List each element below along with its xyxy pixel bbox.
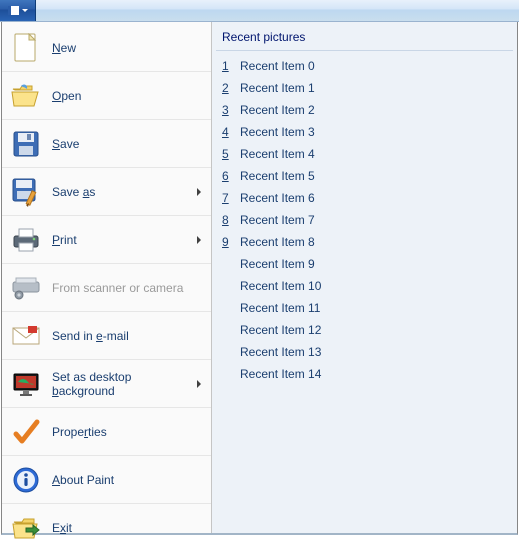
recent-item[interactable]: 3 Recent Item 2 [216, 99, 513, 121]
submenu-arrow-icon [197, 236, 201, 244]
menu-item-label: From scanner or camera [52, 281, 205, 295]
recent-item[interactable]: 8 Recent Item 7 [216, 209, 513, 231]
menu-item-email[interactable]: Send in e-mail [2, 312, 211, 360]
recent-item-number: 4 [222, 125, 236, 139]
recent-item[interactable]: 6 Recent Item 5 [216, 165, 513, 187]
exit-icon [10, 512, 42, 544]
menu-item-label: Save as [52, 185, 197, 199]
menu-item-print[interactable]: Print [2, 216, 211, 264]
menu-command-list: New Open Save Save as Print From scanner or c… [2, 22, 212, 533]
menu-item-props[interactable]: Properties [2, 408, 211, 456]
recent-item[interactable]: Recent Item 9 [216, 253, 513, 275]
menu-item-label: Send in e-mail [52, 329, 205, 343]
recent-item-label: Recent Item 11 [240, 301, 320, 315]
doc-new-icon [10, 32, 42, 64]
recent-header: Recent pictures [216, 28, 513, 51]
folder-open-icon [10, 80, 42, 112]
submenu-arrow-icon [197, 188, 201, 196]
menu-item-saveas[interactable]: Save as [2, 168, 211, 216]
recent-item[interactable]: 1 Recent Item 0 [216, 55, 513, 77]
recent-item-label: Recent Item 4 [240, 147, 315, 161]
menu-item-open[interactable]: Open [2, 72, 211, 120]
recent-item-number: 3 [222, 103, 236, 117]
recent-item-label: Recent Item 12 [240, 323, 321, 337]
recent-documents-panel: Recent pictures 1 Recent Item 0 2 Recent It… [212, 22, 517, 533]
menu-item-exit[interactable]: Exit [2, 504, 211, 552]
recent-item-label: Recent Item 1 [240, 81, 315, 95]
recent-item[interactable]: Recent Item 12 [216, 319, 513, 341]
menu-item-label: Exit [52, 521, 205, 535]
monitor-icon [10, 368, 42, 400]
recent-item[interactable]: Recent Item 10 [216, 275, 513, 297]
printer-icon [10, 224, 42, 256]
menu-item-label: Properties [52, 425, 205, 439]
floppy-icon [10, 128, 42, 160]
titlebar [0, 0, 519, 22]
menu-item-wall[interactable]: Set as desktop background [2, 360, 211, 408]
recent-item-label: Recent Item 0 [240, 59, 315, 73]
recent-item[interactable]: 2 Recent Item 1 [216, 77, 513, 99]
menu-item-label: Set as desktop background [52, 370, 197, 398]
menu-item-save[interactable]: Save [2, 120, 211, 168]
recent-item-number: 1 [222, 59, 236, 73]
menu-item-label: Save [52, 137, 205, 151]
recent-item-label: Recent Item 9 [240, 257, 315, 271]
recent-item[interactable]: 7 Recent Item 6 [216, 187, 513, 209]
recent-list: 1Recent Item 02Recent Item 13Recent Item… [216, 55, 513, 385]
mail-icon [10, 320, 42, 352]
menu-item-label: Print [52, 233, 197, 247]
recent-item-label: Recent Item 13 [240, 345, 321, 359]
recent-item-number: 9 [222, 235, 236, 249]
recent-item[interactable]: 9 Recent Item 8 [216, 231, 513, 253]
recent-item-number: 6 [222, 169, 236, 183]
recent-item-label: Recent Item 7 [240, 213, 315, 227]
floppy-pencil-icon [10, 176, 42, 208]
recent-item-label: Recent Item 14 [240, 367, 321, 381]
menu-item-about[interactable]: About Paint [2, 456, 211, 504]
menu-item-label: New [52, 41, 205, 55]
application-menu: New Open Save Save as Print From scanner or c… [1, 22, 518, 535]
recent-item-label: Recent Item 6 [240, 191, 315, 205]
recent-item[interactable]: Recent Item 13 [216, 341, 513, 363]
menu-item-label: About Paint [52, 473, 205, 487]
check-icon [10, 416, 42, 448]
chevron-down-icon [22, 9, 28, 12]
recent-item-label: Recent Item 10 [240, 279, 321, 293]
recent-item-label: Recent Item 3 [240, 125, 315, 139]
menu-item-scan: From scanner or camera [2, 264, 211, 312]
app-menu-button[interactable] [0, 0, 36, 21]
recent-item-number: 7 [222, 191, 236, 205]
recent-item-number: 5 [222, 147, 236, 161]
recent-item-label: Recent Item 2 [240, 103, 315, 117]
submenu-arrow-icon [197, 380, 201, 388]
info-icon [10, 464, 42, 496]
recent-item-label: Recent Item 8 [240, 235, 315, 249]
scanner-icon [10, 272, 42, 304]
recent-item-number: 8 [222, 213, 236, 227]
menu-item-new[interactable]: New [2, 24, 211, 72]
menu-item-label: Open [52, 89, 205, 103]
recent-item[interactable]: Recent Item 11 [216, 297, 513, 319]
recent-item[interactable]: 4 Recent Item 3 [216, 121, 513, 143]
recent-item-number: 2 [222, 81, 236, 95]
recent-item-label: Recent Item 5 [240, 169, 315, 183]
app-menu-icon [8, 6, 19, 15]
recent-item[interactable]: 5 Recent Item 4 [216, 143, 513, 165]
recent-item[interactable]: Recent Item 14 [216, 363, 513, 385]
